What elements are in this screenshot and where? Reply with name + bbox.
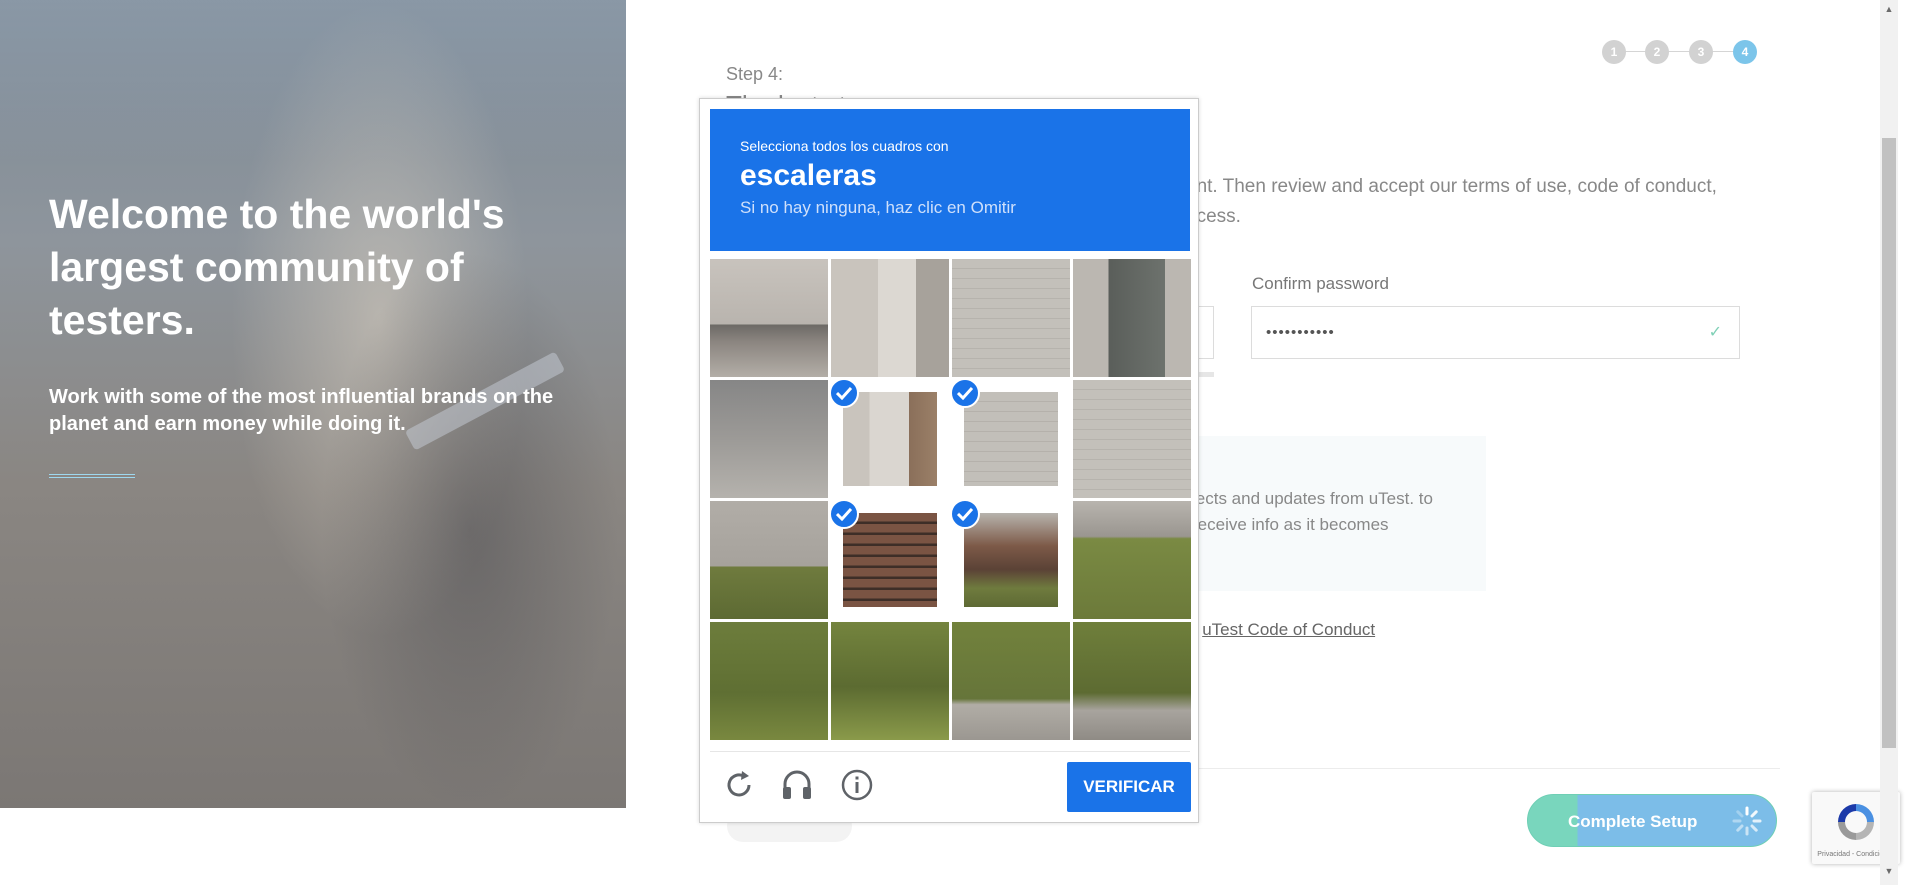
code-of-conduct-row: e uTest Code of Conduct: [1188, 620, 1375, 640]
captcha-tile[interactable]: [1073, 622, 1191, 740]
scroll-down-icon[interactable]: ▼: [1884, 866, 1894, 876]
captcha-tile[interactable]: [952, 259, 1070, 377]
hero-title: Welcome to the world's largest community…: [49, 191, 505, 343]
step-4[interactable]: 4: [1733, 40, 1757, 64]
scroll-up-icon[interactable]: ▲: [1884, 4, 1894, 14]
complete-setup-button[interactable]: Complete Setup: [1527, 794, 1777, 847]
hero-divider: [49, 474, 135, 478]
captcha-image-grid: [710, 259, 1191, 740]
newsletter-text: jects and updates from uTest. to receive…: [1192, 489, 1433, 534]
recaptcha-logo-icon: [1838, 804, 1874, 840]
intro-text: unt. Then review and accept our terms of…: [1186, 176, 1717, 227]
confirm-password-label: Confirm password: [1252, 274, 1389, 293]
step-2[interactable]: 2: [1645, 40, 1669, 64]
confirm-password-input[interactable]: ••••••••••• ✓: [1251, 306, 1740, 359]
captcha-challenge: Selecciona todos los cuadros con escaler…: [699, 98, 1199, 823]
step-3[interactable]: 3: [1689, 40, 1713, 64]
step-indicator: 1 2 3 4: [1602, 40, 1764, 64]
captcha-header: Selecciona todos los cuadros con escaler…: [710, 109, 1190, 251]
hero-subtitle: Work with some of the most influential b…: [49, 386, 554, 435]
reload-icon[interactable]: [722, 768, 756, 802]
hero-panel: Welcome to the world's largest community…: [0, 0, 626, 808]
captcha-tile[interactable]: [710, 380, 828, 498]
loading-spinner-icon: [1732, 806, 1762, 836]
footer-divider: [1180, 768, 1780, 769]
step-connector: [1614, 51, 1752, 52]
info-icon[interactable]: [840, 768, 874, 802]
captcha-tile-selected[interactable]: [952, 380, 1070, 498]
captcha-tile[interactable]: [952, 622, 1070, 740]
complete-setup-label: Complete Setup: [1568, 812, 1698, 831]
captcha-hint: Si no hay ninguna, haz clic en Omitir: [740, 198, 1016, 217]
captcha-prompt: Selecciona todos los cuadros con: [740, 138, 949, 154]
captcha-tile-selected[interactable]: [831, 501, 949, 619]
signup-page: Welcome to the world's largest community…: [0, 0, 1920, 885]
captcha-tile[interactable]: [831, 622, 949, 740]
captcha-tile[interactable]: [831, 259, 949, 377]
captcha-tile-selected[interactable]: [952, 501, 1070, 619]
captcha-tile[interactable]: [710, 259, 828, 377]
captcha-tile[interactable]: [710, 622, 828, 740]
captcha-tile[interactable]: [710, 501, 828, 619]
confirm-password-value: •••••••••••: [1266, 324, 1335, 341]
headphones-icon[interactable]: [780, 768, 814, 802]
captcha-tile[interactable]: [1073, 380, 1191, 498]
captcha-tile[interactable]: [1073, 501, 1191, 619]
verify-button[interactable]: VERIFICAR: [1067, 762, 1191, 812]
step-1[interactable]: 1: [1602, 40, 1626, 64]
step-label: Step 4:: [726, 64, 784, 84]
code-of-conduct-link[interactable]: uTest Code of Conduct: [1202, 620, 1375, 639]
captcha-tile[interactable]: [1073, 259, 1191, 377]
captcha-tile-selected[interactable]: [831, 380, 949, 498]
scrollbar-thumb[interactable]: [1882, 138, 1896, 748]
check-icon: ✓: [1708, 324, 1723, 341]
captcha-footer: VERIFICAR: [710, 751, 1191, 814]
captcha-target: escaleras: [740, 159, 877, 192]
